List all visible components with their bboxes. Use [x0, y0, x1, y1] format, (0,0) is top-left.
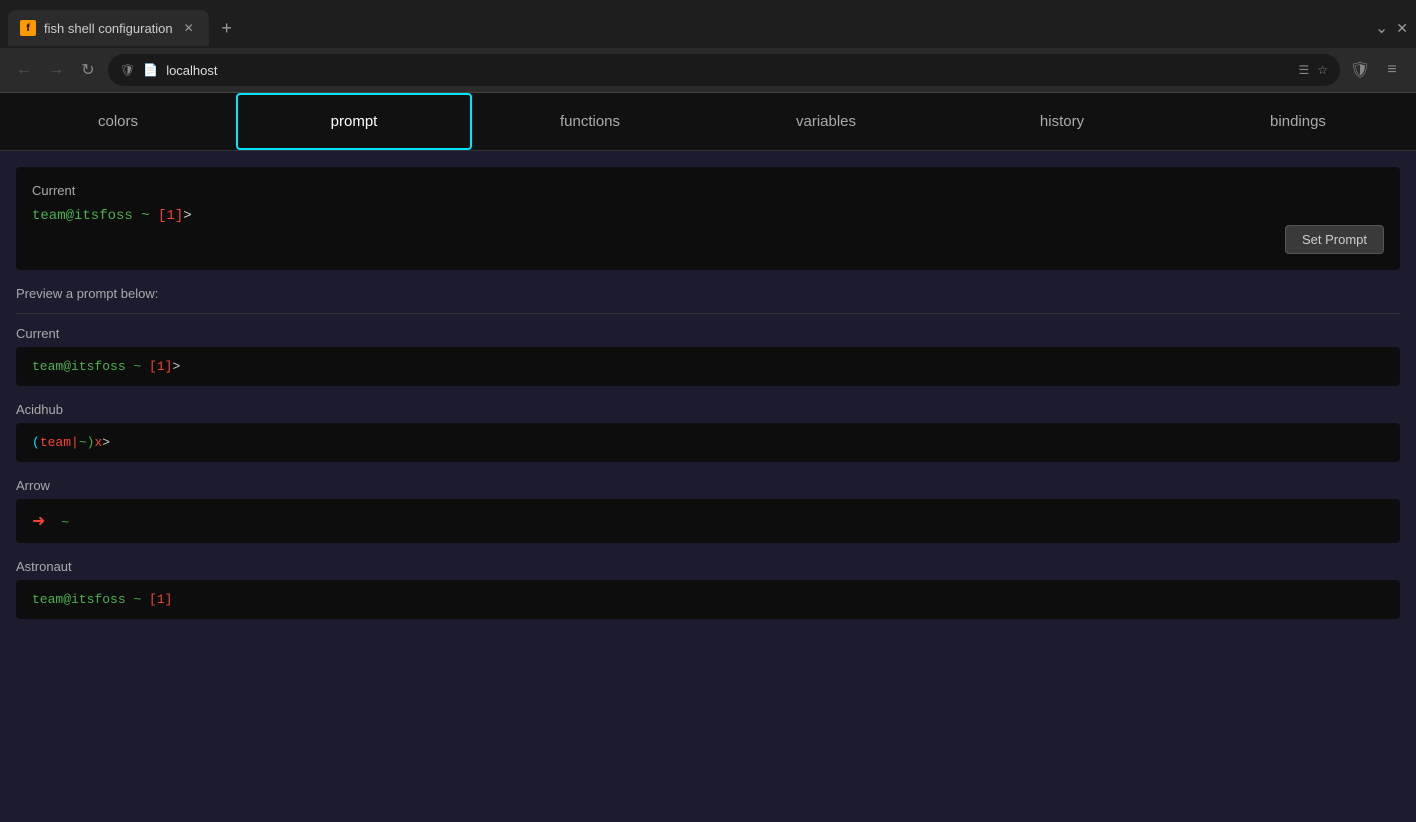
prompt-title-arrow: Arrow — [16, 478, 1400, 493]
astro-number: 1 — [157, 592, 165, 607]
prompt-user: team@itsfoss — [32, 208, 133, 224]
divider — [16, 313, 1400, 314]
tab-variables[interactable]: variables — [708, 93, 944, 150]
prompt-box-astronaut: team@itsfoss ~ [1] — [16, 580, 1400, 619]
forward-button[interactable]: → — [44, 58, 68, 82]
current-label: Current — [32, 183, 1384, 198]
url-bar[interactable]: 🛡 📄 localhost ☰ ☆ — [108, 54, 1340, 86]
tab-bar: f fish shell configuration ✕ + ⌄ ✕ — [0, 0, 1416, 48]
current-preview-bracket-open: [ — [149, 359, 157, 374]
prompt-box-arrow: ➜ ~ — [16, 499, 1400, 543]
menu-button[interactable]: ≡ — [1380, 58, 1404, 82]
security-icon: 🛡 — [120, 63, 135, 77]
current-prompt-section: Current team@itsfoss ~ [1]> Set Prompt — [16, 167, 1400, 270]
tab-bindings[interactable]: bindings — [1180, 93, 1416, 150]
new-tab-button[interactable]: + — [213, 14, 241, 42]
content-area: Current team@itsfoss ~ [1]> Set Prompt P… — [0, 151, 1416, 651]
prompt-item-astronaut: Astronaut team@itsfoss ~ [1] — [16, 559, 1400, 619]
prompt-item-acidhub: Acidhub (team|~)x> — [16, 402, 1400, 462]
tab-history[interactable]: history — [944, 93, 1180, 150]
tab-title: fish shell configuration — [44, 21, 173, 36]
acidhub-team: team — [40, 435, 71, 450]
astro-bracket-close: ] — [165, 592, 173, 607]
url-text: localhost — [166, 63, 1290, 78]
acidhub-tilde: ~ — [79, 435, 87, 450]
acidhub-pipe: | — [71, 435, 79, 450]
tab-functions[interactable]: functions — [472, 93, 708, 150]
bookmark-list-icon: ☰ — [1298, 63, 1309, 77]
acidhub-bracket-open: ( — [32, 435, 40, 450]
preview-label: Preview a prompt below: — [16, 286, 1400, 301]
active-tab[interactable]: f fish shell configuration ✕ — [8, 10, 209, 46]
current-preview-tilde: ~ — [133, 359, 149, 374]
preview-section: Preview a prompt below: Current team@its… — [16, 286, 1400, 619]
tab-close-button[interactable]: ✕ — [181, 20, 197, 36]
current-preview-user: team@itsfoss — [32, 359, 126, 374]
astro-user: team@itsfoss — [32, 592, 126, 607]
toolbar-icons: 🛡 ≡ — [1348, 58, 1404, 82]
address-bar: ← → ↻ 🛡 📄 localhost ☰ ☆ 🛡 ≡ — [0, 48, 1416, 92]
prompt-box-acidhub: (team|~)x> — [16, 423, 1400, 462]
browser-close-button[interactable]: ✕ — [1396, 20, 1408, 37]
shield-icon[interactable]: 🛡 — [1348, 58, 1372, 82]
prompt-title-current: Current — [16, 326, 1400, 341]
tab-favicon: f — [20, 20, 36, 36]
astro-tilde: ~ — [133, 592, 149, 607]
acidhub-gt: > — [102, 435, 110, 450]
nav-tabs: colors prompt functions variables histor… — [0, 93, 1416, 151]
current-preview-arrow: > — [172, 359, 180, 374]
set-prompt-button[interactable]: Set Prompt — [1285, 225, 1384, 254]
prompt-number: 1 — [166, 208, 174, 224]
prompt-box-current: team@itsfoss ~ [1]> — [16, 347, 1400, 386]
browser-chrome: f fish shell configuration ✕ + ⌄ ✕ ← → ↻… — [0, 0, 1416, 93]
prompt-arrow: > — [183, 208, 191, 224]
refresh-button[interactable]: ↻ — [76, 58, 100, 82]
tab-colors[interactable]: colors — [0, 93, 236, 150]
page-icon: 📄 — [143, 63, 158, 77]
prompt-title-acidhub: Acidhub — [16, 402, 1400, 417]
back-button[interactable]: ← — [12, 58, 36, 82]
current-preview-number: 1 — [157, 359, 165, 374]
astro-bracket-open: [ — [149, 592, 157, 607]
star-icon: ☆ — [1317, 63, 1328, 77]
prompt-item-arrow: Arrow ➜ ~ — [16, 478, 1400, 543]
tab-overflow-button[interactable]: ⌄ — [1375, 18, 1388, 38]
arrow-right-icon: ➜ — [32, 513, 45, 531]
prompt-item-current: Current team@itsfoss ~ [1]> — [16, 326, 1400, 386]
current-prompt-display: team@itsfoss ~ [1]> — [32, 208, 1384, 224]
arrow-tilde: ~ — [61, 515, 69, 530]
tab-prompt[interactable]: prompt — [236, 93, 472, 150]
prompt-tilde: ~ — [141, 208, 158, 224]
prompt-bracket-close: ] — [175, 208, 183, 224]
prompt-title-astronaut: Astronaut — [16, 559, 1400, 574]
main-content: colors prompt functions variables histor… — [0, 93, 1416, 822]
